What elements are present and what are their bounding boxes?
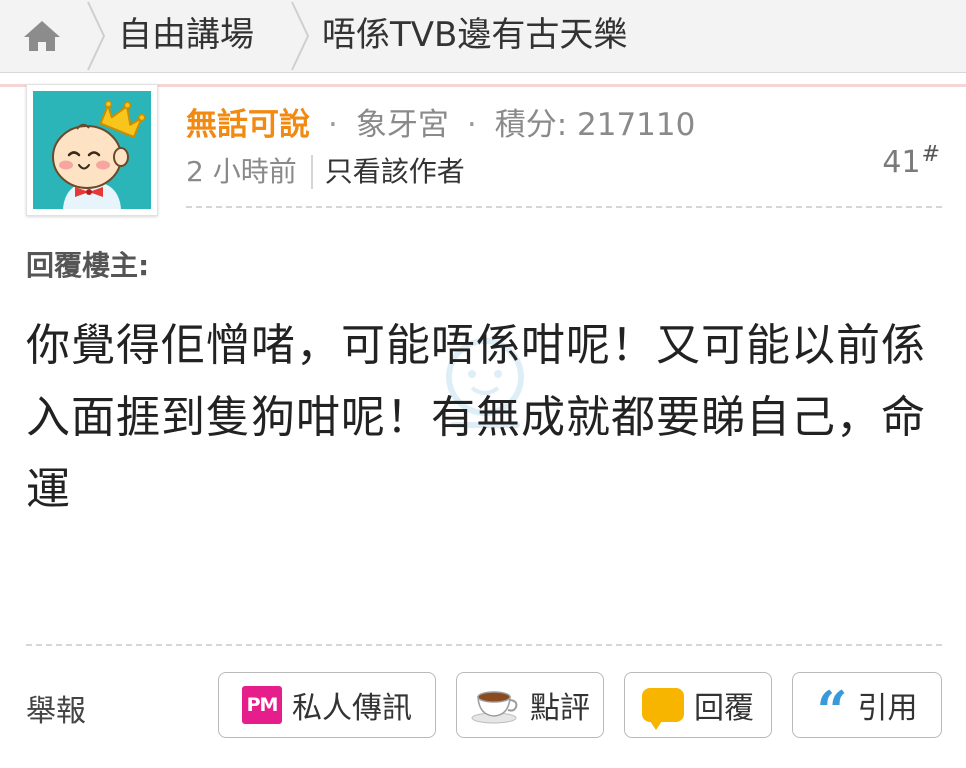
breadcrumb: 自由講場 唔係TVB邊有古天樂 — [0, 0, 966, 73]
avatar[interactable] — [26, 84, 158, 216]
divider — [186, 206, 942, 208]
post-content: 你覺得佢憎啫，可能唔係咁呢！又可能以前係入面捱到隻狗咁呢！有無成就都要睇自己，命… — [26, 320, 926, 515]
comment-label: 點評 — [530, 691, 590, 726]
author-name[interactable]: 無話可說 — [186, 103, 310, 147]
reply-button[interactable]: 回覆 — [624, 672, 772, 738]
author-info: 無話可說 · 象牙宮 · 積分: 217110 — [186, 103, 695, 147]
floor-hash-mark: # — [921, 142, 940, 167]
breadcrumb-thread-title: 唔係TVB邊有古天樂 — [322, 15, 628, 55]
home-icon[interactable] — [0, 0, 84, 72]
coffee-cup-icon — [470, 685, 520, 725]
post-time: 2 小時前 — [186, 155, 297, 188]
author-rank: 象牙宮 — [355, 107, 449, 143]
breadcrumb-forum[interactable]: 自由講場 — [118, 0, 254, 72]
baby-prince-avatar — [33, 91, 151, 209]
comment-button[interactable]: 點評 — [456, 672, 604, 738]
floor-number-value: 41 — [882, 145, 921, 180]
divider — [310, 155, 313, 189]
author-score: 積分: 217110 — [494, 107, 696, 143]
quote-icon: “ — [816, 679, 848, 743]
floor-number[interactable]: 41# — [882, 142, 940, 180]
divider — [26, 644, 942, 646]
pm-icon: PM — [242, 686, 282, 724]
breadcrumb-separator-icon — [288, 0, 312, 72]
quote-button[interactable]: “ 引用 — [792, 672, 942, 738]
report-link[interactable]: 舉報 — [26, 686, 86, 730]
only-author-link[interactable]: 只看該作者 — [325, 150, 465, 194]
meta-separator: · — [328, 107, 338, 143]
private-message-label: 私人傳訊 — [292, 691, 412, 726]
speech-bubble-icon — [642, 688, 684, 730]
breadcrumb-separator-icon — [84, 0, 108, 72]
forum-post-page: 自由講場 唔係TVB邊有古天樂 無話可說 · 象牙宮 · 積分: 217110 … — [0, 0, 966, 768]
private-message-button[interactable]: PM 私人傳訊 — [218, 672, 436, 738]
post-meta: 2 小時前 只看該作者 — [186, 150, 465, 194]
meta-separator: · — [466, 107, 477, 143]
quote-label: 引用 — [857, 691, 918, 726]
reply-to-op-label: 回覆樓主: — [26, 249, 150, 282]
reply-label: 回覆 — [694, 691, 754, 726]
